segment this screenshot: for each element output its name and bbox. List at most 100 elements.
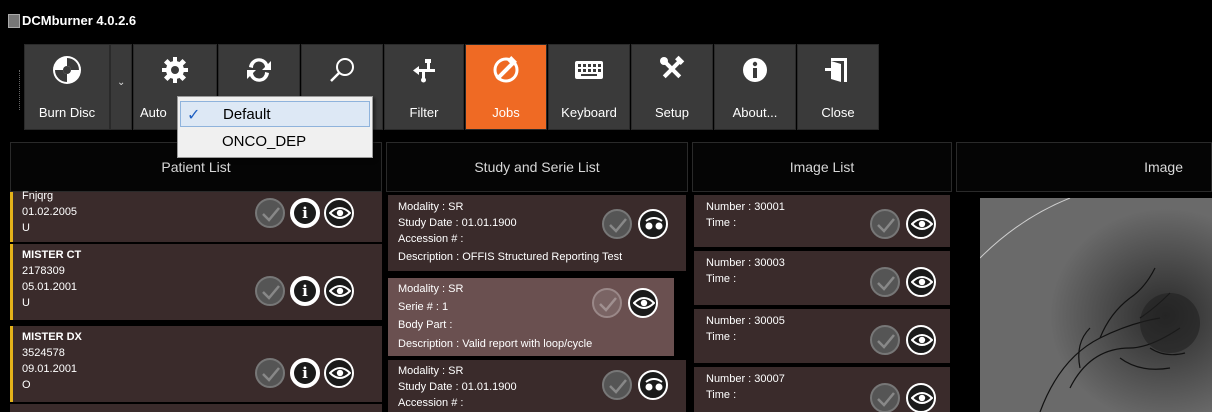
study-accession: Accession # : (398, 233, 464, 245)
patient-sex: U (22, 222, 30, 234)
image-card[interactable]: Number : 30001 Time : (694, 195, 950, 247)
toolbar-grip[interactable] (19, 70, 21, 110)
image-time: Time : (706, 389, 737, 401)
view-eye-icon[interactable] (906, 209, 936, 239)
view-eye-icon[interactable] (324, 276, 354, 306)
view-eye-icon[interactable] (906, 325, 936, 355)
filter-label: Filter (409, 105, 439, 120)
patient-marker (10, 192, 13, 242)
select-check-icon[interactable] (592, 288, 622, 318)
jobs-icon (493, 56, 519, 83)
title-bar: DCMburner 4.0.2.6 (0, 0, 1212, 42)
keyboard-icon (575, 61, 603, 79)
auto-dropdown-arrow[interactable]: ⌄ (110, 44, 132, 130)
serie-body-part: Body Part : (398, 319, 453, 331)
patient-dob: 01.02.2005 (22, 206, 78, 218)
column-header-image: Image (956, 142, 1212, 192)
select-check-icon[interactable] (870, 209, 900, 239)
patient-card[interactable]: Fnjqrg 01.02.2005 U i (10, 190, 382, 242)
image-time: Time : (706, 217, 737, 229)
study-date: Study Date : 01.01.1900 (398, 217, 517, 229)
patient-card[interactable]: MISTER CT 2178309 05.01.2001 U i (10, 244, 382, 320)
image-card[interactable]: Number : 30003 Time : (694, 251, 950, 305)
study-card[interactable]: Modality : SR Study Date : 01.01.1900 Ac… (388, 360, 686, 412)
study-modality: Modality : SR (398, 365, 464, 377)
patient-card[interactable] (10, 404, 382, 412)
image-number: Number : 30005 (706, 315, 785, 327)
jobs-label: Jobs (492, 105, 520, 120)
view-glasses-icon[interactable] (638, 370, 668, 400)
patient-name: MISTER DX (22, 331, 82, 343)
view-eye-icon[interactable] (324, 358, 354, 388)
image-card[interactable]: Number : 30007 Time : (694, 367, 950, 412)
gear-icon (162, 57, 188, 83)
view-eye-icon[interactable] (628, 288, 658, 318)
select-check-icon[interactable] (255, 358, 285, 388)
patient-marker (10, 244, 13, 320)
burn-disc-button[interactable]: Burn Disc (24, 44, 110, 130)
select-check-icon[interactable] (602, 370, 632, 400)
serie-description: Description : Valid report with loop/cyc… (398, 338, 593, 350)
study-modality: Modality : SR (398, 201, 464, 213)
keyboard-label: Keyboard (561, 105, 617, 120)
patient-name: MISTER CT (22, 249, 82, 261)
image-number: Number : 30003 (706, 257, 785, 269)
filter-button[interactable]: Filter (384, 44, 464, 130)
tools-icon (660, 55, 685, 79)
refresh-icon (247, 58, 271, 82)
exit-door-icon (825, 58, 847, 82)
about-button[interactable]: About... (714, 44, 796, 130)
view-eye-icon[interactable] (324, 198, 354, 228)
image-number: Number : 30007 (706, 373, 785, 385)
column-header-study-list: Study and Serie List (386, 142, 688, 192)
checkmark-icon: ✓ (187, 107, 201, 124)
patient-info-icon[interactable]: i (290, 276, 320, 306)
patient-info-icon[interactable]: i (290, 198, 320, 228)
patient-id: 2178309 (22, 265, 65, 277)
study-date: Study Date : 01.01.1900 (398, 381, 517, 393)
patient-dob: 09.01.2001 (22, 363, 78, 375)
patient-sex: O (22, 379, 31, 391)
angiography-image (980, 198, 1212, 412)
jobs-button[interactable]: Jobs (465, 44, 547, 130)
close-button[interactable]: Close (797, 44, 879, 130)
profile-dropdown-menu: ✓ Default ONCO_DEP (177, 96, 373, 158)
serie-modality: Modality : SR (398, 283, 464, 295)
view-eye-icon[interactable] (906, 267, 936, 297)
view-eye-icon[interactable] (906, 383, 936, 412)
image-card[interactable]: Number : 30005 Time : (694, 309, 950, 363)
view-glasses-icon[interactable] (638, 209, 668, 239)
app-icon (8, 14, 20, 28)
about-label: About... (732, 105, 778, 120)
select-check-icon[interactable] (255, 276, 285, 306)
burn-disc-label: Burn Disc (38, 105, 96, 120)
image-time: Time : (706, 331, 737, 343)
patient-name: Fnjqrg (22, 190, 54, 202)
dropdown-item-default[interactable]: ✓ Default (180, 101, 370, 127)
disc-icon (53, 56, 81, 84)
image-time: Time : (706, 273, 737, 285)
keyboard-button[interactable]: Keyboard (548, 44, 630, 130)
dropdown-item-label: ONCO_DEP (222, 133, 307, 150)
window-title: DCMburner 4.0.2.6 (22, 13, 137, 28)
select-check-icon[interactable] (255, 198, 285, 228)
patient-info-icon[interactable]: i (290, 358, 320, 388)
image-preview[interactable] (980, 198, 1212, 412)
patient-marker (10, 326, 13, 402)
select-check-icon[interactable] (870, 267, 900, 297)
patient-sex: U (22, 297, 30, 309)
serie-card[interactable]: Modality : SR Serie # : 1 Body Part : De… (388, 278, 674, 356)
serie-number: Serie # : 1 (398, 301, 449, 313)
patient-dob: 05.01.2001 (22, 281, 78, 293)
chevron-down-icon: ⌄ (117, 77, 126, 88)
select-check-icon[interactable] (602, 209, 632, 239)
select-check-icon[interactable] (870, 383, 900, 412)
setup-label: Setup (655, 105, 689, 120)
study-card[interactable]: Modality : SR Study Date : 01.01.1900 Ac… (388, 195, 686, 271)
patient-card[interactable]: MISTER DX 3524578 09.01.2001 O i (10, 326, 382, 402)
usb-icon (413, 59, 435, 83)
dropdown-item-onco-dep[interactable]: ONCO_DEP (180, 129, 370, 155)
select-check-icon[interactable] (870, 325, 900, 355)
info-icon (743, 58, 767, 82)
setup-button[interactable]: Setup (631, 44, 713, 130)
